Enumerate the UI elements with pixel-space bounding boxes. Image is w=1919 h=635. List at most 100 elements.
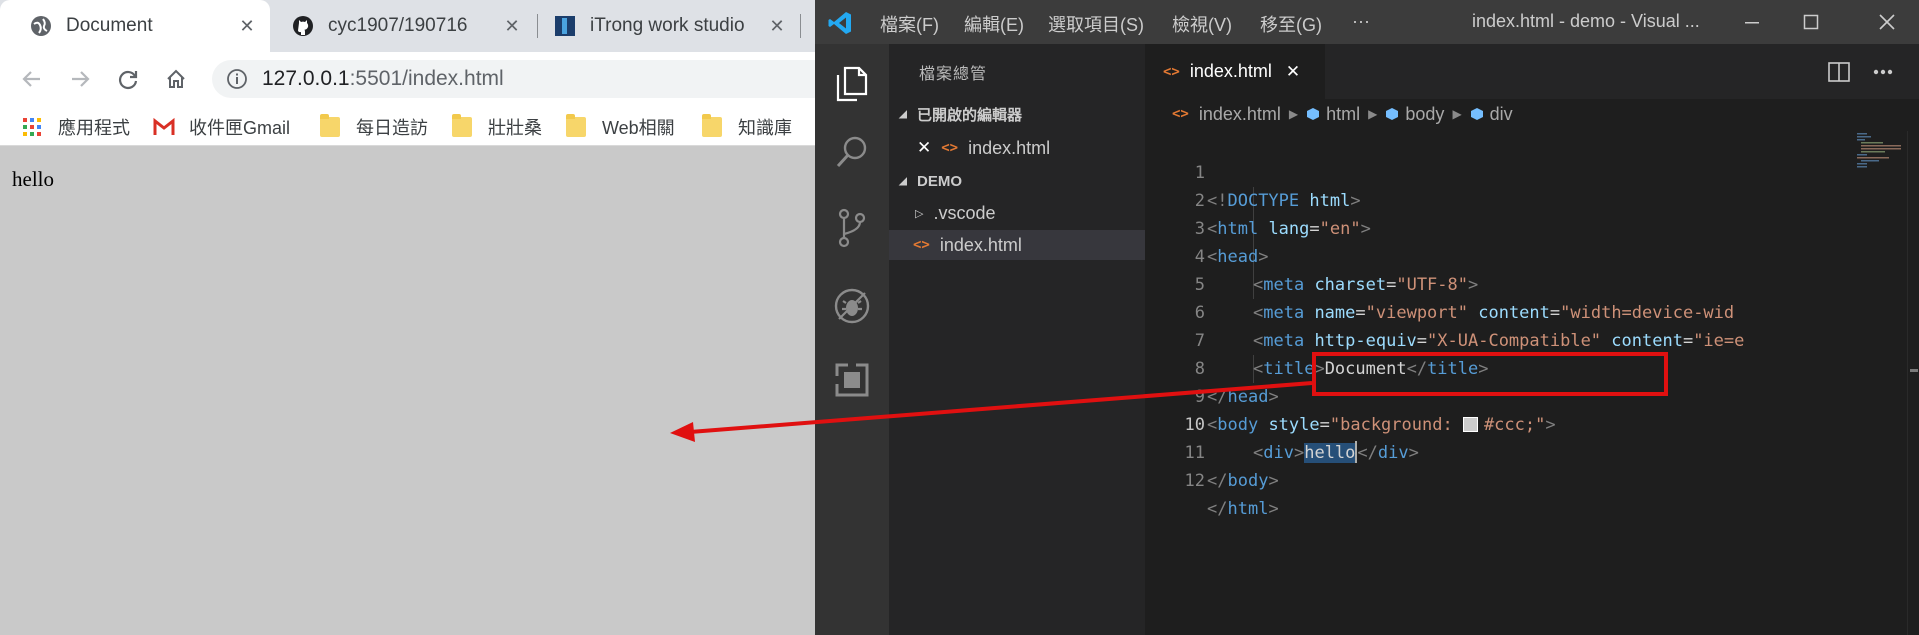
chevron-right-icon: ▶: [1368, 107, 1378, 121]
chevron-right-icon: ▶: [1288, 107, 1299, 121]
menu-more[interactable]: ···: [1352, 11, 1370, 32]
code-line: 5 <meta name="viewport" content="width=d…: [1194, 275, 1735, 323]
chrome-window: Document ✕ cyc1907/190716 ✕ iTrong work …: [0, 0, 815, 635]
editor-tab-index[interactable]: <> index.html ✕: [1145, 44, 1325, 99]
folder-icon: [566, 114, 586, 137]
workspace-section[interactable]: ◢ DEMO: [889, 167, 1145, 195]
tab-github[interactable]: cyc1907/190716 ✕: [270, 0, 535, 52]
apps-grid-icon: [22, 117, 42, 137]
search-icon[interactable]: [832, 132, 872, 172]
code-line: 4 <meta charset="UTF-8">: [1194, 247, 1479, 295]
split-editor-icon[interactable]: [1825, 58, 1853, 86]
code-line: 2 <html lang="en">: [1194, 191, 1371, 239]
tab-close-icon[interactable]: ✕: [766, 15, 788, 37]
element-cube-icon: [1307, 108, 1320, 120]
tab-separator: [800, 14, 801, 38]
explorer-header: 檔案總管: [919, 66, 988, 83]
tab-close-icon[interactable]: ✕: [501, 15, 523, 37]
open-editors-section[interactable]: ◢ 已開啟的編輯器: [889, 100, 1145, 128]
element-cube-icon: [1386, 108, 1399, 120]
tab-close-icon[interactable]: ✕: [236, 15, 258, 37]
bookmark-web[interactable]: Web相關: [566, 114, 675, 140]
bookmark-knowledge[interactable]: 知識庫: [702, 114, 792, 140]
section-label: 已開啟的編輯器: [917, 106, 1023, 124]
code-line: 6 <meta http-equiv="X-UA-Compatible" con…: [1194, 303, 1745, 351]
bookmarks-bar: 應用程式 收件匣Gmail 每日造訪 壯壯桑 Web相關 知識庫: [0, 106, 815, 146]
minimap[interactable]: [1855, 131, 1905, 171]
tab-itrong[interactable]: iTrong work studio ✕: [538, 0, 800, 52]
activity-bar: [815, 44, 889, 635]
menu-edit[interactable]: 編輯(E): [964, 11, 1024, 37]
tab-strip: Document ✕ cyc1907/190716 ✕ iTrong work …: [0, 0, 815, 52]
extensions-icon[interactable]: [832, 360, 872, 400]
menu-go[interactable]: 移至(G): [1260, 11, 1322, 37]
breadcrumb-file[interactable]: <> index.html: [1172, 104, 1281, 125]
tab-title: iTrong work studio: [590, 15, 745, 36]
code-line: 11 </body>: [1184, 443, 1279, 491]
close-tab-icon[interactable]: ✕: [1286, 62, 1300, 82]
bookmark-label: 每日造訪: [356, 118, 428, 138]
page-content: hello: [0, 147, 815, 635]
close-window-icon[interactable]: [1872, 8, 1902, 36]
chevron-right-icon: ▶: [1452, 107, 1462, 121]
bookmark-label: 知識庫: [738, 118, 792, 138]
editor-area: <> index.html ✕ <> index.html ▶ html ▶ b…: [1145, 44, 1919, 635]
bookmark-zhuang[interactable]: 壯壯桑: [452, 114, 542, 140]
home-icon[interactable]: [161, 64, 191, 94]
chevron-down-icon: ◢: [899, 175, 907, 187]
html-file-icon: <>: [913, 237, 930, 253]
more-actions-icon[interactable]: [1869, 58, 1897, 86]
minimize-icon[interactable]: [1737, 8, 1767, 36]
maximize-icon[interactable]: [1796, 8, 1826, 36]
menu-selection[interactable]: 選取項目(S): [1048, 11, 1144, 37]
file-label: index.html: [968, 137, 1051, 158]
gmail-icon: [153, 117, 175, 137]
file-item-index[interactable]: <> index.html: [889, 230, 1145, 260]
folder-icon: [452, 114, 472, 137]
breadcrumb-body[interactable]: body: [1385, 104, 1444, 125]
hello-text: hello: [12, 167, 54, 191]
html-file-icon: <>: [1172, 106, 1189, 122]
open-editor-item[interactable]: ✕ <> index.html: [889, 133, 1145, 163]
bookmark-daily[interactable]: 每日造訪: [320, 114, 428, 140]
section-label: DEMO: [917, 172, 962, 190]
bookmark-label: 收件匣Gmail: [189, 118, 291, 138]
debug-icon[interactable]: [832, 286, 872, 326]
github-icon: [292, 15, 314, 37]
code-line: 3 <head>: [1194, 219, 1269, 267]
explorer-sidebar: 檔案總管 ◢ 已開啟的編輯器 ✕ <> index.html ◢ DEMO ▷ …: [889, 44, 1145, 635]
reload-icon[interactable]: [113, 64, 143, 94]
source-control-icon[interactable]: [832, 208, 872, 248]
explorer-files-icon[interactable]: [832, 64, 872, 104]
tab-title: cyc1907/190716: [328, 15, 468, 36]
breadcrumb-div[interactable]: div: [1470, 104, 1513, 125]
vertical-scrollbar[interactable]: [1907, 131, 1919, 635]
bookmark-label: 壯壯桑: [488, 118, 542, 138]
html-file-icon: <>: [1163, 63, 1180, 80]
code-line: 1 <!DOCTYPE html>: [1194, 163, 1361, 211]
folder-icon: [320, 114, 340, 137]
chevron-down-icon: ◢: [899, 108, 907, 120]
close-editor-icon[interactable]: ✕: [917, 138, 931, 158]
address-bar[interactable]: 127.0.0.1:5501/index.html: [212, 60, 815, 98]
forward-arrow-icon[interactable]: [65, 64, 95, 94]
file-label: index.html: [939, 234, 1022, 255]
folder-icon: [702, 114, 722, 137]
window-title: index.html - demo - Visual ...: [1472, 11, 1700, 31]
vscode-window: 檔案(F) 編輯(E) 選取項目(S) 檢視(V) 移至(G) ··· inde…: [815, 0, 1919, 635]
tab-document[interactable]: Document ✕: [0, 0, 270, 52]
code-line: 7 <title>Document</title>: [1194, 331, 1489, 379]
folder-item-vscode[interactable]: ▷ .vscode: [889, 198, 1145, 228]
back-arrow-icon[interactable]: [17, 64, 47, 94]
bookmark-label: 應用程式: [58, 118, 130, 138]
bookmark-gmail[interactable]: 收件匣Gmail: [153, 114, 290, 140]
bookmark-apps[interactable]: 應用程式: [22, 114, 130, 140]
bookmark-label: Web相關: [602, 118, 675, 138]
menu-file[interactable]: 檔案(F): [880, 11, 939, 37]
globe-icon: [30, 15, 52, 37]
vscode-logo-icon: [827, 10, 853, 36]
annotation-highlight-box: [1312, 352, 1668, 396]
menu-view[interactable]: 檢視(V): [1172, 11, 1232, 37]
info-icon[interactable]: [226, 68, 248, 90]
breadcrumb-html[interactable]: html: [1306, 104, 1360, 125]
